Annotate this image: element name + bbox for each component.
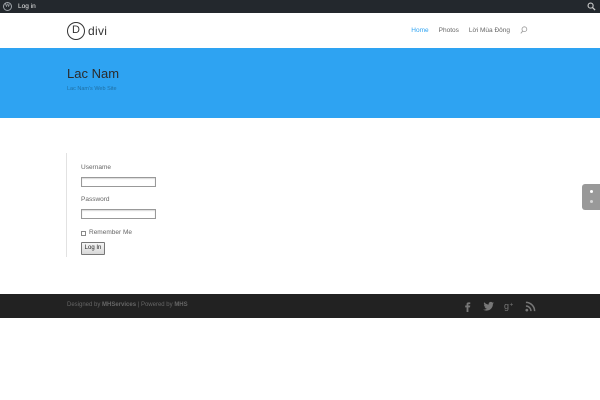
svg-text:g: g: [504, 301, 509, 311]
svg-text:+: +: [510, 302, 514, 309]
main-nav: Home Photos Lời Mùa Đông: [411, 26, 528, 34]
side-dot-1[interactable]: [590, 190, 593, 193]
nav-item-home[interactable]: Home: [411, 27, 428, 34]
admin-search-icon[interactable]: [587, 2, 596, 11]
username-label: Username: [81, 164, 111, 171]
logo-text: divi: [88, 23, 108, 38]
twitter-icon[interactable]: [483, 299, 494, 311]
login-form: Username Password Remember Me Log In: [66, 153, 206, 257]
credits-designer-link[interactable]: MHServices: [102, 302, 136, 308]
search-icon[interactable]: [520, 26, 528, 34]
page-hero: Lac Nam Lac Nam's Web Site: [0, 48, 600, 118]
facebook-icon[interactable]: [462, 299, 473, 312]
side-dot-2[interactable]: [590, 200, 593, 203]
site-logo[interactable]: D divi: [67, 21, 107, 40]
rss-icon[interactable]: [525, 299, 536, 312]
site-tagline: Lac Nam's Web Site: [67, 86, 117, 92]
page-title: Lac Nam: [67, 66, 120, 81]
remember-me-label[interactable]: Remember Me: [89, 229, 132, 236]
admin-login-link[interactable]: Log in: [18, 0, 36, 13]
site-header: D divi Home Photos Lời Mùa Đông: [0, 13, 600, 48]
credits-separator: | Powered by: [136, 302, 175, 308]
username-field[interactable]: [81, 177, 156, 187]
logo-mark: D: [67, 21, 85, 40]
footer-credits: Designed by MHServices | Powered by MHS: [67, 302, 188, 308]
admin-bar: W Log in: [0, 0, 600, 13]
google-plus-icon[interactable]: g +: [504, 299, 515, 311]
password-field[interactable]: [81, 209, 156, 219]
nav-item-photos[interactable]: Photos: [439, 27, 459, 34]
remember-me-checkbox[interactable]: [81, 231, 86, 236]
password-label: Password: [81, 196, 110, 203]
login-button[interactable]: Log In: [81, 242, 105, 255]
nav-item-loi-mua-dong[interactable]: Lời Mùa Đông: [469, 27, 510, 34]
site-footer: Designed by MHServices | Powered by MHS …: [0, 294, 600, 318]
social-links: g +: [462, 299, 536, 312]
credits-powered-link[interactable]: MHS: [174, 302, 187, 308]
credits-prefix: Designed by: [67, 302, 103, 308]
wordpress-icon[interactable]: W: [3, 2, 12, 11]
side-dot-nav: [582, 184, 600, 210]
